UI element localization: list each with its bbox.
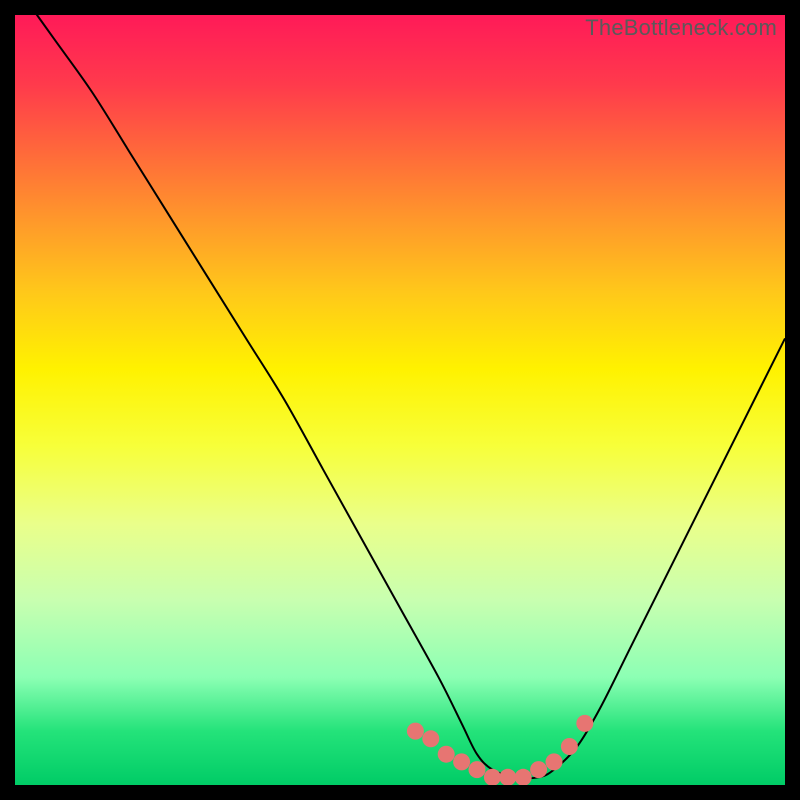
highlight-marker (407, 723, 424, 740)
highlight-marker (453, 753, 470, 770)
chart-stage: TheBottleneck.com (0, 0, 800, 800)
highlight-marker (576, 715, 593, 732)
highlight-marker (438, 746, 455, 763)
highlight-marker (530, 761, 547, 778)
watermark-label: TheBottleneck.com (585, 15, 777, 41)
highlight-marker (499, 769, 516, 785)
highlight-marker (546, 753, 563, 770)
highlight-marker (469, 761, 486, 778)
gradient-background (15, 15, 785, 785)
chart-svg (15, 15, 785, 785)
plot-area: TheBottleneck.com (15, 15, 785, 785)
highlight-marker (515, 769, 532, 785)
highlight-marker (422, 730, 439, 747)
highlight-marker (561, 738, 578, 755)
highlight-marker (484, 769, 501, 785)
